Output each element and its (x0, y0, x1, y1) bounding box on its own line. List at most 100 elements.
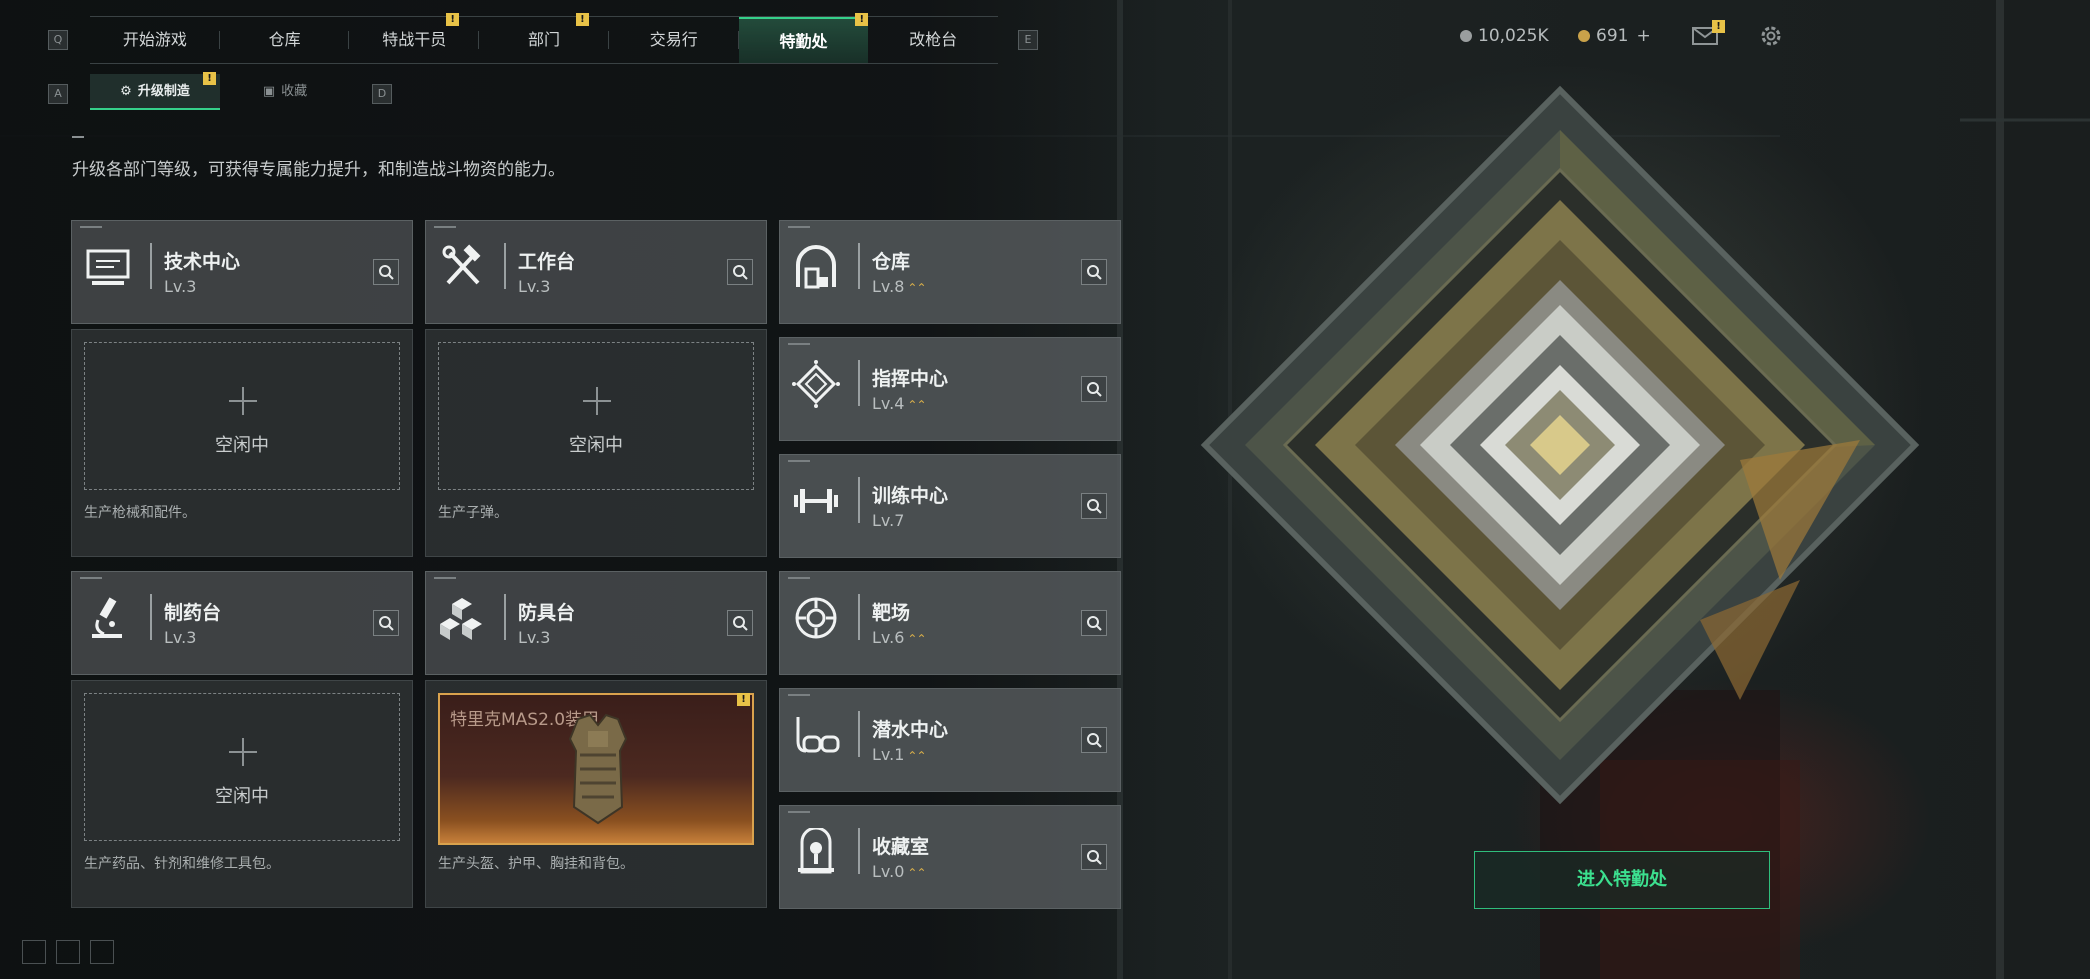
facility-name: 技术中心 (164, 251, 241, 273)
currency-icon (1460, 30, 1472, 42)
search-button[interactable] (1081, 376, 1107, 402)
alert-badge: ! (203, 72, 216, 85)
microscope-icon (92, 597, 122, 638)
intro-text: 升级各部门等级，可获得专属能力提升，和制造战斗物资的能力。 (72, 160, 565, 180)
tab-trading[interactable]: 交易行 (609, 17, 739, 63)
search-button[interactable] (727, 610, 753, 636)
search-icon (733, 616, 748, 631)
upgrade-available-icon: ⌃⌃ (907, 632, 926, 646)
search-button[interactable] (1081, 259, 1107, 285)
token-value: 691 (1596, 26, 1629, 46)
intro-marker (72, 136, 84, 138)
workbench-card[interactable]: 工作台 Lv.3 (425, 220, 767, 324)
computer-icon (86, 249, 130, 285)
status-icon (56, 940, 80, 964)
production-slot-empty[interactable]: 空闲中 (438, 342, 754, 490)
enter-special-ops-button[interactable]: 进入特勤处 (1474, 851, 1770, 909)
production-slot-empty[interactable]: 空闲中 (84, 342, 400, 490)
facility-card-shooting-range[interactable]: 靶场 Lv.6 ⌃⌃ (779, 571, 1121, 675)
tab-special-ops[interactable]: 特勤处 ! (738, 13, 869, 63)
tab-label: 特战干员 (382, 30, 447, 49)
production-slot-empty[interactable]: 空闲中 (84, 693, 400, 841)
search-button[interactable] (373, 610, 399, 636)
production-desc: 生产头盔、护甲、胸挂和背包。 (438, 856, 634, 872)
facility-name: 靶场 (872, 602, 911, 624)
search-icon (379, 265, 394, 280)
facility-card-training-center[interactable]: 训练中心 Lv.7 (779, 454, 1121, 558)
currency-display: 10,025K (1460, 26, 1549, 46)
tab-gunsmith[interactable]: 改枪台 (868, 17, 998, 63)
facility-name: 收藏室 (872, 836, 930, 858)
crafting-item-slot[interactable]: 特里克MAS2.0装甲 ! (438, 693, 754, 845)
nav-prev-key[interactable]: Q (48, 30, 68, 50)
facility-level: Lv.8 ⌃⌃ (872, 277, 927, 296)
alert-badge: ! (575, 13, 589, 26)
search-button[interactable] (1081, 493, 1107, 519)
facility-level: Lv.4 ⌃⌃ (872, 394, 927, 413)
facility-name: 训练中心 (872, 485, 949, 507)
upgrade-available-icon: ⌃⌃ (907, 281, 926, 295)
tab-start-game[interactable]: 开始游戏 (90, 17, 220, 63)
tab-label: 改枪台 (909, 30, 958, 49)
collection-icon: ▣ (262, 84, 276, 99)
status-icon (22, 940, 46, 964)
search-icon (1087, 265, 1102, 280)
diving-mask-icon (796, 717, 840, 753)
body-armor-image (568, 713, 628, 825)
pharmacy-card[interactable]: 制药台 Lv.3 (71, 571, 413, 675)
production-desc: 生产枪械和配件。 (84, 505, 196, 521)
facility-level: Lv.0 ⌃⌃ (872, 862, 927, 881)
tab-label: 部门 (528, 30, 561, 49)
alert-badge: ! (446, 13, 460, 26)
idle-label: 空闲中 (569, 435, 623, 456)
currency-value: 10,025K (1478, 26, 1549, 46)
workbench-production-panel: 空闲中 生产子弹。 (425, 329, 767, 557)
search-icon (1087, 382, 1102, 397)
tab-warehouse[interactable]: 仓库 (220, 17, 350, 63)
production-desc: 生产子弹。 (438, 505, 508, 521)
facility-name: 防具台 (518, 602, 576, 624)
subnav-prev-key[interactable]: A (48, 84, 68, 104)
command-diamond-icon (792, 360, 840, 408)
token-display[interactable]: 691 + (1578, 26, 1651, 46)
warehouse-icon (796, 245, 836, 289)
facility-card-diving-center[interactable]: 潜水中心 Lv.1 ⌃⌃ (779, 688, 1121, 792)
facility-card-collection-room[interactable]: 收藏室 Lv.0 ⌃⌃ (779, 805, 1121, 909)
tab-departments[interactable]: 部门 ! (479, 13, 609, 63)
tab-label: 仓库 (268, 30, 301, 49)
upgrade-available-icon: ⌃⌃ (907, 398, 926, 412)
pharmacy-production-panel: 空闲中 生产药品、针剂和维修工具包。 (71, 680, 413, 908)
tab-label: 开始游戏 (122, 30, 187, 49)
gear-icon[interactable] (1758, 23, 1784, 49)
tab-label: 交易行 (649, 30, 698, 49)
search-button[interactable] (373, 259, 399, 285)
facility-level: Lv.3 (518, 277, 551, 296)
facility-level: Lv.3 (164, 277, 197, 296)
facility-name: 指挥中心 (872, 368, 949, 390)
search-button[interactable] (1081, 610, 1107, 636)
nav-next-key[interactable]: E (1018, 30, 1038, 50)
mail-icon[interactable]: ! (1692, 20, 1725, 46)
subtab-upgrade-craft[interactable]: ⚙ 升级制造 ! (90, 72, 220, 110)
tech-center-production-panel: 空闲中 生产枪械和配件。 (71, 329, 413, 557)
armor-bench-card[interactable]: 防具台 Lv.3 (425, 571, 767, 675)
facility-name: 工作台 (518, 251, 576, 273)
alert-badge: ! (1712, 20, 1725, 33)
alert-badge: ! (737, 693, 750, 706)
search-button[interactable] (1081, 727, 1107, 753)
subnav-next-key[interactable]: D (372, 84, 392, 104)
tab-operators[interactable]: 特战干员 ! (349, 13, 480, 63)
subtab-label: 升级制造 (137, 84, 190, 99)
facility-name: 潜水中心 (872, 719, 949, 741)
tech-center-card[interactable]: 技术中心 Lv.3 (71, 220, 413, 324)
token-add-button[interactable]: + (1636, 26, 1650, 46)
facility-card-warehouse[interactable]: 仓库 Lv.8 ⌃⌃ (779, 220, 1121, 324)
subtab-label: 收藏 (281, 84, 308, 99)
search-button[interactable] (1081, 844, 1107, 870)
facility-card-command-center[interactable]: 指挥中心 Lv.4 ⌃⌃ (779, 337, 1121, 441)
hammer-wrench-icon (442, 244, 481, 285)
facility-name: 制药台 (164, 602, 222, 624)
idle-label: 空闲中 (215, 435, 269, 456)
search-button[interactable] (727, 259, 753, 285)
subtab-collection[interactable]: ▣ 收藏 (220, 74, 350, 110)
